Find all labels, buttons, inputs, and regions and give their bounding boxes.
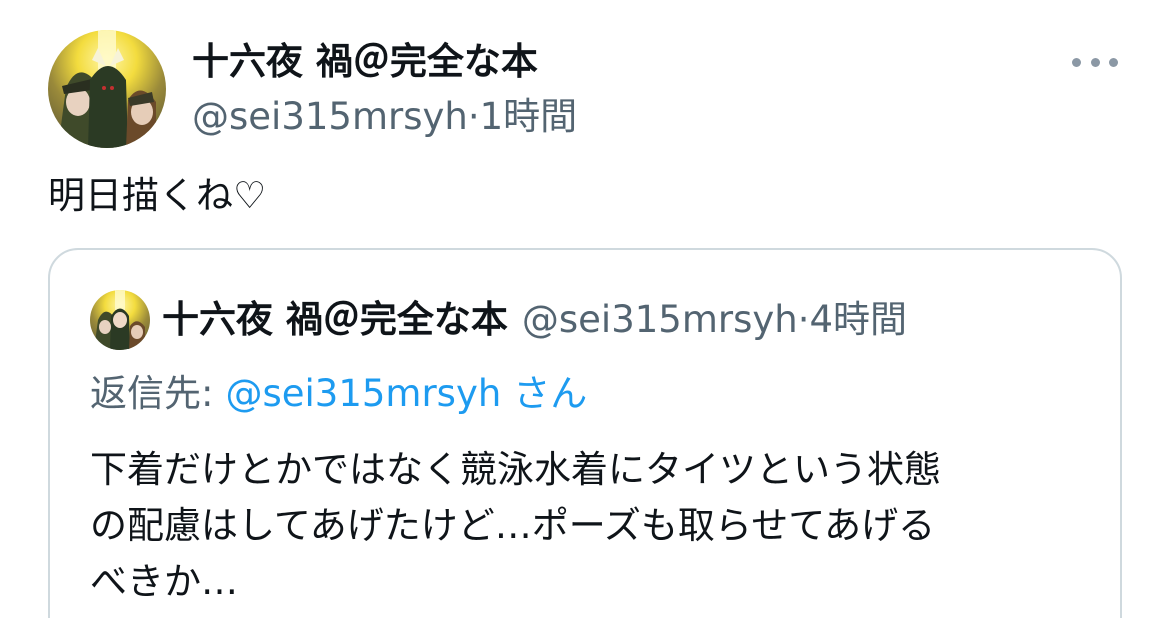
quoted-text-line: 下着だけとかではなく競泳水着にタイツという状態	[90, 448, 941, 491]
tweet-timestamp[interactable]: 1時間	[480, 95, 578, 138]
quoted-header: 十六夜 禍＠完全な本 @sei315mrsyh·4時間	[162, 294, 907, 346]
meta-separator: ·	[467, 95, 480, 138]
ellipsis-icon[interactable]	[1072, 48, 1118, 76]
quoted-text-line: べきか…	[90, 560, 238, 603]
ellipsis-dot	[1072, 57, 1081, 67]
quoted-author-display-name: 十六夜 禍＠完全な本	[162, 298, 508, 341]
author-meta: @sei315mrsyh·1時間	[192, 93, 577, 141]
author-handle[interactable]: @sei315mrsyh	[192, 95, 468, 138]
tweet-text: 明日描くね♡	[48, 174, 267, 217]
anime-group-avatar-icon	[58, 30, 156, 148]
ellipsis-dot	[1109, 57, 1118, 67]
quoted-timestamp: 4時間	[809, 298, 908, 341]
author-display-name[interactable]: 十六夜 禍＠完全な本	[192, 38, 538, 86]
reply-mention-link[interactable]: @sei315mrsyh	[225, 372, 501, 415]
meta-separator: ·	[797, 298, 810, 341]
anime-group-avatar-icon	[94, 290, 145, 350]
quoted-tweet-text: 下着だけとかではなく競泳水着にタイツという状態 の配慮はしてあげたけど…ポーズも…	[90, 442, 1090, 610]
quoted-handle-text: @sei315mrsyh	[521, 298, 798, 341]
reply-suffix: さん	[513, 372, 588, 415]
author-avatar[interactable]	[48, 30, 166, 148]
reply-prefix: 返信先:	[90, 372, 214, 415]
quoted-text-line: の配慮はしてあげたけど…ポーズも取らせてあげる	[90, 504, 936, 547]
quoted-author-handle: @sei315mrsyh·4時間	[522, 298, 907, 341]
ellipsis-dot	[1090, 57, 1100, 67]
quoted-tweet-card[interactable]: 十六夜 禍＠完全な本 @sei315mrsyh·4時間 返信先: @sei315mr…	[48, 248, 1122, 618]
quoted-author-avatar	[90, 290, 150, 350]
tweet[interactable]: 十六夜 禍＠完全な本 @sei315mrsyh·1時間 明日描くね♡ 十六夜 禍…	[0, 0, 1170, 618]
reply-context: 返信先: @sei315mrsyh さん	[90, 368, 587, 420]
